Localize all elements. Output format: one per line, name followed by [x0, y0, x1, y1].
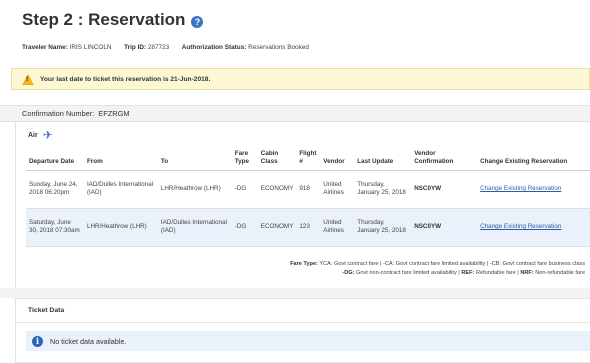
vendor-confirmation-cell: NSC0YW [411, 170, 478, 209]
section-divider [0, 288, 590, 298]
legend-text: Non-refundable fare [535, 269, 585, 276]
from-cell: IAD/Dulles International (IAD) [83, 170, 158, 209]
air-panel: Air ✈ Departure Date From To Fare Type C… [15, 122, 590, 288]
help-icon[interactable]: ? [191, 15, 204, 28]
table-row: Sunday, June 24, 2018 06:20pm IAD/Dulles… [26, 170, 590, 209]
to-cell: IAD/Dulles International (IAD) [157, 208, 232, 247]
air-heading-text: Air [28, 131, 38, 139]
page-title-text: Step 2 : Reservation [22, 10, 186, 29]
confirmation-value: EFZRGM [98, 109, 130, 118]
column-header[interactable]: From [83, 148, 158, 171]
trip-info: Traveler Name: IRIS LINCOLN Trip ID: 287… [22, 44, 309, 51]
flight-table: Departure Date From To Fare Type Cabin C… [26, 148, 590, 247]
legend-text: Govt non-contract fare limited availabil… [356, 269, 457, 276]
traveler-label: Traveler Name: [22, 44, 68, 51]
table-header-row: Departure Date From To Fare Type Cabin C… [26, 148, 590, 171]
change-cell: Change Existing Reservation [477, 208, 590, 247]
last-update-cell: Thursday, January 25, 2018 [354, 170, 412, 209]
legend-code: -DG: [342, 269, 355, 276]
change-reservation-link[interactable]: Change Existing Reservation [480, 185, 561, 192]
trip-id-value: 287723 [147, 44, 170, 51]
vendor-confirmation-cell: NSC0YW [411, 208, 478, 247]
warning-icon: ! [22, 73, 34, 85]
flight-cell: 123 [296, 208, 321, 247]
ticket-divider [16, 322, 590, 323]
trip-id-label: Trip ID: [124, 44, 147, 51]
legend-label: Fare Type: [290, 261, 318, 267]
legend-code: REF: [461, 269, 475, 276]
ticket-data-panel: Ticket Data i No ticket data available. [15, 298, 590, 363]
column-header[interactable]: Last Update [354, 148, 412, 171]
column-header[interactable]: Flight # [296, 148, 321, 171]
legend-line-1: Fare Type: YCA: Govt contract fare | -CA… [290, 260, 585, 269]
vendor-cell: United Airlines [320, 208, 355, 247]
confirmation-bar: Confirmation Number: EFZRGM [0, 105, 590, 122]
vendor-cell: United Airlines [320, 170, 355, 209]
alert-text: Your last date to ticket this reservatio… [40, 75, 211, 83]
from-cell: LHR/Heathrow (LHR) [83, 208, 158, 247]
auth-status-value: Reservations Booked [248, 44, 309, 51]
column-header[interactable]: Fare Type [231, 148, 258, 171]
plane-icon: ✈ [42, 128, 53, 142]
cabin-cell: ECONOMY [257, 208, 297, 247]
flight-cell: 918 [296, 170, 321, 209]
air-heading: Air ✈ [28, 128, 53, 142]
no-ticket-info: i No ticket data available. [26, 331, 590, 351]
change-reservation-link[interactable]: Change Existing Reservation [480, 223, 561, 230]
column-header[interactable]: Cabin Class [257, 148, 297, 171]
legend-line-2: -DG: Govt non-contract fare limited avai… [342, 269, 585, 276]
cabin-cell: ECONOMY [257, 170, 297, 209]
column-header[interactable]: To [157, 148, 232, 171]
column-header[interactable]: Change Existing Reservation [477, 148, 590, 171]
change-cell: Change Existing Reservation [477, 170, 590, 209]
confirmation-label: Confirmation Number: [22, 109, 95, 118]
column-header[interactable]: Vendor [320, 148, 355, 171]
last-update-cell: Thursday, January 25, 2018 [354, 208, 412, 247]
departure-cell: Saturday, June 30, 2018 07:30am [26, 208, 84, 247]
traveler-value: IRIS LINCOLN [69, 44, 112, 51]
info-icon: i [32, 335, 43, 347]
departure-cell: Sunday, June 24, 2018 06:20pm [26, 170, 84, 209]
legend-code: NRF: [520, 269, 534, 276]
table-row: Saturday, June 30, 2018 07:30am LHR/Heat… [26, 208, 590, 247]
ticket-data-heading: Ticket Data [28, 307, 65, 314]
fare-type-legend: Fare Type: YCA: Govt contract fare | -CA… [290, 260, 585, 277]
column-header[interactable]: Departure Date [26, 148, 84, 171]
ticketing-deadline-alert: ! Your last date to ticket this reservat… [11, 68, 590, 90]
column-header[interactable]: Vendor Confirmation [411, 148, 478, 171]
fare-type-cell: -DG [231, 208, 258, 247]
fare-type-cell: -DG [231, 170, 258, 209]
legend-line-1-text: YCA: Govt contract fare | -CA: Govt cont… [319, 261, 585, 267]
page-title: Step 2 : Reservation ? [22, 10, 204, 30]
no-ticket-message: No ticket data available. [50, 336, 127, 346]
legend-text: Refundable fare [475, 269, 516, 276]
to-cell: LHR/Heathrow (LHR) [157, 170, 232, 209]
auth-status-label: Authorization Status: [181, 44, 247, 51]
